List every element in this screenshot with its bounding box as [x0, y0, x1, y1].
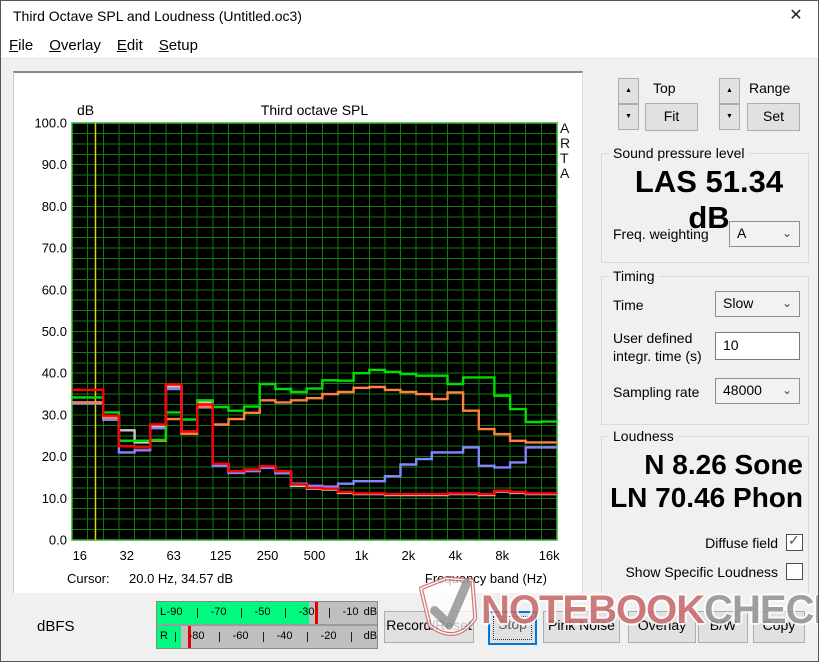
- meter-row-r: R -80 -60 -40 -20 dB: [157, 626, 377, 648]
- time-value: Slow: [723, 295, 754, 311]
- integr-time-label-line2: integr. time (s): [613, 348, 702, 364]
- freq-weighting-select[interactable]: A ⌄: [729, 221, 800, 247]
- meter-row-l: L -90 -70 -50 -30 -10 dB: [157, 602, 377, 624]
- y-tick-label: 50.0: [42, 324, 67, 339]
- meter-scale-label: -80: [188, 630, 205, 642]
- menu-item-file[interactable]: File: [1, 35, 41, 56]
- meter-scale-label: -50: [254, 606, 271, 618]
- specific-loudness-checkbox[interactable]: [786, 563, 803, 580]
- top-down-spinner[interactable]: ▼: [618, 104, 639, 130]
- diffuse-field-checkbox[interactable]: [786, 532, 803, 551]
- level-meter: L -90 -70 -50 -30 -10 dB R -80 -60 -40 -20 dB: [156, 601, 378, 649]
- bottom-bar: dBFS L -90 -70 -50 -30 -10 dB R -80 -60 -40 -20 dB R…: [1, 593, 818, 661]
- y-tick-label: 80.0: [42, 199, 67, 214]
- chevron-down-icon: ⌄: [781, 383, 792, 397]
- timing-group-title: Timing: [609, 268, 659, 284]
- y-tick-label: 100.0: [34, 116, 67, 131]
- loudness-group-title: Loudness: [609, 428, 678, 444]
- meter-scale-tick: [284, 608, 286, 618]
- meter-scale-label: -10: [342, 606, 359, 618]
- meter-scale-label: -70: [210, 606, 227, 618]
- meter-scale-tick: [196, 608, 198, 618]
- meter-scale-label: -60: [232, 630, 249, 642]
- meter-scale-tick: [306, 632, 308, 642]
- sampling-rate-label: Sampling rate: [613, 384, 700, 400]
- meter-scale-label: -20: [320, 630, 337, 642]
- range-label: Range: [749, 80, 791, 96]
- sampling-rate-value: 48000: [723, 382, 762, 398]
- close-icon[interactable]: ✕: [784, 5, 808, 27]
- y-tick-label: 10.0: [42, 491, 67, 506]
- window-title: Third Octave SPL and Loudness (Untitled.…: [13, 8, 302, 24]
- menu-bar: File Overlay Edit Setup: [1, 31, 818, 59]
- record-reset-button[interactable]: Record/Reset: [384, 611, 474, 643]
- fit-button[interactable]: Fit: [645, 103, 698, 131]
- y-tick-label: 40.0: [42, 366, 67, 381]
- meter-scale-label: -30: [298, 606, 315, 618]
- menu-item-setup[interactable]: Setup: [151, 35, 206, 56]
- pink-noise-button[interactable]: Pink Noise: [543, 611, 620, 643]
- overlay-button[interactable]: Overlay: [628, 611, 696, 643]
- freq-weighting-value: A: [737, 225, 747, 241]
- y-tick-label: 60.0: [42, 282, 67, 297]
- meter-channel-label: R: [160, 630, 168, 642]
- meter-scale-label: dB: [363, 606, 378, 618]
- set-button[interactable]: Set: [747, 103, 800, 131]
- integr-time-input[interactable]: 10: [715, 332, 800, 360]
- diffuse-field-label: Diffuse field: [705, 535, 778, 551]
- meter-scale-label: -90: [166, 606, 183, 618]
- meter-scale-tick: [350, 632, 352, 642]
- range-up-spinner[interactable]: ▲: [719, 78, 740, 104]
- meter-scale-tick: [262, 632, 264, 642]
- meter-scale-tick: [174, 632, 176, 642]
- arta-logo: ARTA: [560, 120, 571, 181]
- y-tick-label: 70.0: [42, 241, 67, 256]
- chevron-down-icon: ⌄: [781, 226, 792, 240]
- app-window: Third Octave SPL and Loudness (Untitled.…: [0, 0, 819, 662]
- loudness-phon-readout: LN 70.46 Phon: [610, 482, 803, 513]
- meter-scale-tick: [240, 608, 242, 618]
- top-label: Top: [653, 80, 676, 96]
- title-bar: Third Octave SPL and Loudness (Untitled.…: [1, 1, 818, 31]
- time-label: Time: [613, 297, 644, 313]
- specific-loudness-label: Show Specific Loudness: [625, 564, 778, 580]
- time-select[interactable]: Slow ⌄: [715, 291, 800, 317]
- specific-loudness-row: Show Specific Loudness: [1, 563, 803, 580]
- top-up-spinner[interactable]: ▲: [618, 78, 639, 104]
- dbfs-label: dBFS: [37, 618, 75, 635]
- range-down-spinner[interactable]: ▼: [719, 104, 740, 130]
- spl-group-title: Sound pressure level: [609, 145, 749, 161]
- meter-peak-l: [315, 602, 319, 624]
- y-tick-label: 20.0: [42, 449, 67, 464]
- meter-scale-tick: [328, 608, 330, 618]
- integr-time-label-line1: User defined: [613, 330, 693, 346]
- meter-scale-label: dB: [363, 630, 378, 642]
- sampling-rate-select[interactable]: 48000 ⌄: [715, 378, 800, 404]
- chart-title: Third octave SPL: [261, 102, 369, 118]
- meter-scale-tick: [218, 632, 220, 642]
- chevron-down-icon: ⌄: [781, 296, 792, 310]
- copy-button[interactable]: Copy: [753, 611, 805, 643]
- y-tick-label: 90.0: [42, 157, 67, 172]
- menu-item-edit[interactable]: Edit: [109, 35, 151, 56]
- menu-item-overlay[interactable]: Overlay: [41, 35, 109, 56]
- y-axis-unit: dB: [77, 102, 94, 118]
- diffuse-field-row: Diffuse field: [1, 532, 803, 551]
- chart-panel: 100.0 90.0 80.0 70.0 60.0 50.0 40.0 30.0 20.0 10.…: [13, 71, 583, 595]
- freq-weighting-label: Freq. weighting: [613, 226, 709, 242]
- grid: [71, 122, 558, 541]
- third-octave-spl-chart[interactable]: 100.0 90.0 80.0 70.0 60.0 50.0 40.0 30.0 20.0 10.…: [14, 73, 582, 595]
- meter-channel-label: L: [160, 606, 167, 618]
- b-w-button[interactable]: B/W: [698, 611, 748, 643]
- meter-scale-label: -40: [276, 630, 293, 642]
- stop-button[interactable]: Stop: [488, 611, 537, 645]
- loudness-sone-readout: N 8.26 Sone: [644, 449, 803, 480]
- y-tick-label: 30.0: [42, 407, 67, 422]
